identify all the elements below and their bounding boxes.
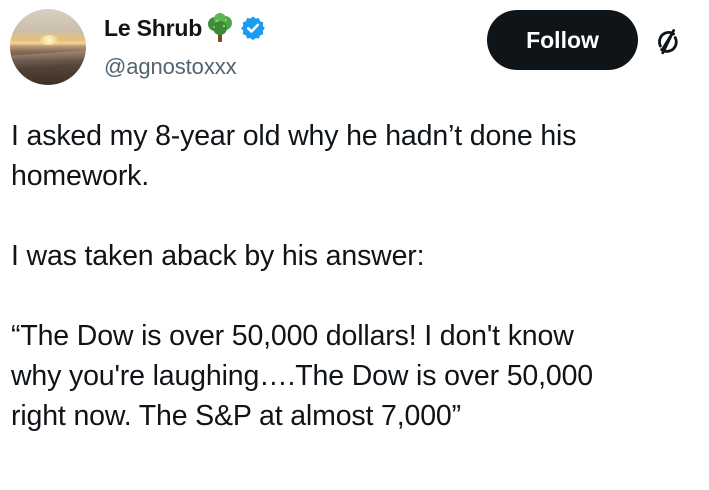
avatar-shore	[10, 49, 86, 71]
avatar-sun	[40, 35, 58, 45]
verified-badge-icon[interactable]	[240, 15, 266, 41]
tweet-paragraph: I asked my 8-year old why he hadn’t done…	[11, 120, 577, 192]
tweet-card: Le Shrub @agnostoxxx Follow I asked my 8…	[0, 0, 709, 490]
tweet-paragraph: I was taken aback by his answer:	[11, 240, 425, 272]
grok-icon[interactable]	[650, 24, 686, 60]
author-name-row: Le Shrub	[104, 12, 266, 44]
author-display-name[interactable]: Le Shrub	[104, 12, 202, 44]
tweet-paragraph: “The Dow is over 50,000 dollars! I don't…	[11, 320, 593, 432]
follow-button[interactable]: Follow	[487, 10, 638, 70]
tree-icon	[206, 13, 234, 43]
avatar[interactable]	[10, 9, 86, 85]
author-handle[interactable]: @agnostoxxx	[104, 52, 237, 82]
tweet-text: I asked my 8-year old why he hadn’t done…	[11, 116, 701, 436]
